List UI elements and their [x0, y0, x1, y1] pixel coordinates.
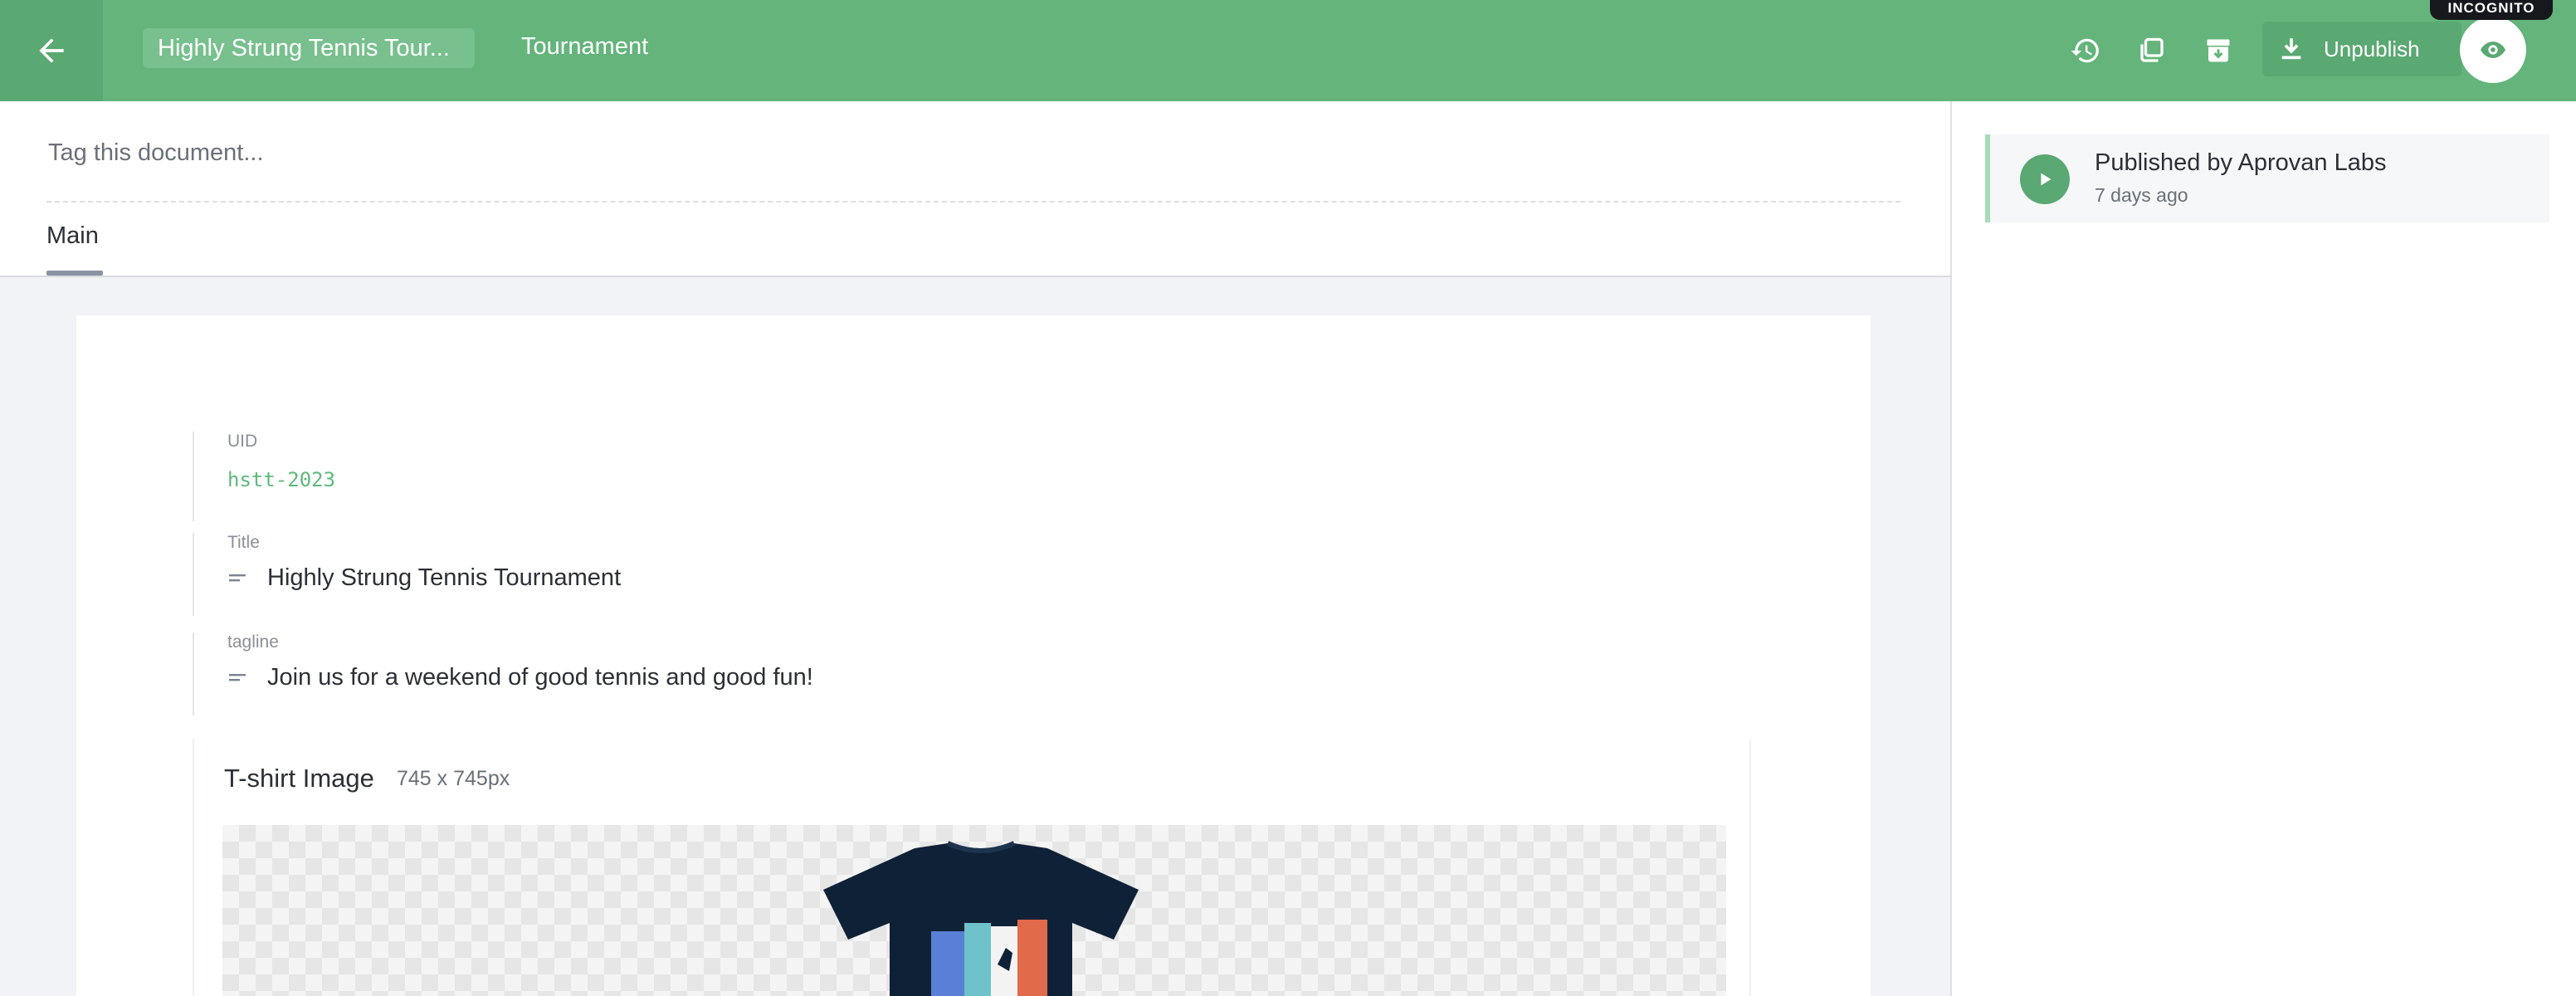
- status-timestamp: 7 days ago: [2095, 184, 2188, 206]
- unpublish-label: Unpublish: [2324, 36, 2420, 61]
- tshirt-image-field: T-shirt Image 745 x 745px: [193, 739, 1751, 996]
- image-dimensions: 745 x 745px: [397, 767, 510, 790]
- archive-button[interactable]: [2196, 28, 2241, 73]
- tshirt-image: [823, 841, 1139, 996]
- published-status-icon: [2020, 154, 2070, 204]
- title-label: Title: [227, 533, 260, 552]
- tag-input[interactable]: [48, 134, 1899, 171]
- top-bar: Highly Strung Tennis Tour... Tournament …: [0, 0, 2576, 101]
- image-field-label: T-shirt Image: [224, 764, 374, 793]
- tab-main-label: Main: [46, 222, 99, 249]
- text-field-icon: [229, 673, 246, 681]
- history-icon: [2071, 38, 2099, 63]
- tagline-field[interactable]: tagline Join us for a weekend of good te…: [193, 632, 813, 715]
- duplicate-button[interactable]: [2130, 28, 2174, 73]
- uid-label: UID: [227, 432, 258, 451]
- history-button[interactable]: [2063, 28, 2108, 73]
- tagline-value[interactable]: Join us for a weekend of good tennis and…: [267, 664, 813, 691]
- image-preview[interactable]: [222, 825, 1726, 996]
- title-field[interactable]: Title Highly Strung Tennis Tournament: [193, 533, 621, 616]
- incognito-badge: INCOGNITO: [2430, 0, 2553, 20]
- document-card: UID hstt-2023 Title Highly Strung Tennis…: [76, 315, 1871, 996]
- document-type-label: Tournament: [521, 33, 649, 60]
- back-button[interactable]: [0, 0, 103, 101]
- unpublish-button[interactable]: Unpublish: [2262, 22, 2461, 76]
- publication-status-card: Published by Aprovan Labs 7 days ago: [1985, 134, 2549, 222]
- document-title[interactable]: Highly Strung Tennis Tour...: [143, 28, 475, 68]
- status-title: Published by Aprovan Labs: [2095, 149, 2387, 176]
- title-value[interactable]: Highly Strung Tennis Tournament: [267, 564, 621, 592]
- tab-main[interactable]: Main: [46, 222, 103, 276]
- play-icon: [2041, 173, 2052, 186]
- editor-header: Main: [0, 101, 1950, 277]
- text-field-icon: [229, 574, 246, 581]
- divider: [46, 201, 1900, 203]
- active-tab-indicator: [46, 271, 103, 276]
- editor-panel: Main UID hstt-2023 Title Highly Strung T…: [0, 101, 1950, 996]
- duplicate-icon: [2140, 37, 2164, 62]
- preview-button[interactable]: [2460, 17, 2526, 83]
- archive-icon: [2207, 39, 2230, 62]
- download-icon: [2281, 38, 2301, 60]
- uid-value[interactable]: hstt-2023: [227, 468, 335, 491]
- tagline-label: tagline: [227, 632, 279, 652]
- arrow-left-icon: [39, 38, 64, 63]
- status-panel: Published by Aprovan Labs 7 days ago: [1950, 101, 2576, 996]
- uid-field[interactable]: UID hstt-2023: [193, 432, 335, 521]
- eye-icon: [2481, 42, 2505, 58]
